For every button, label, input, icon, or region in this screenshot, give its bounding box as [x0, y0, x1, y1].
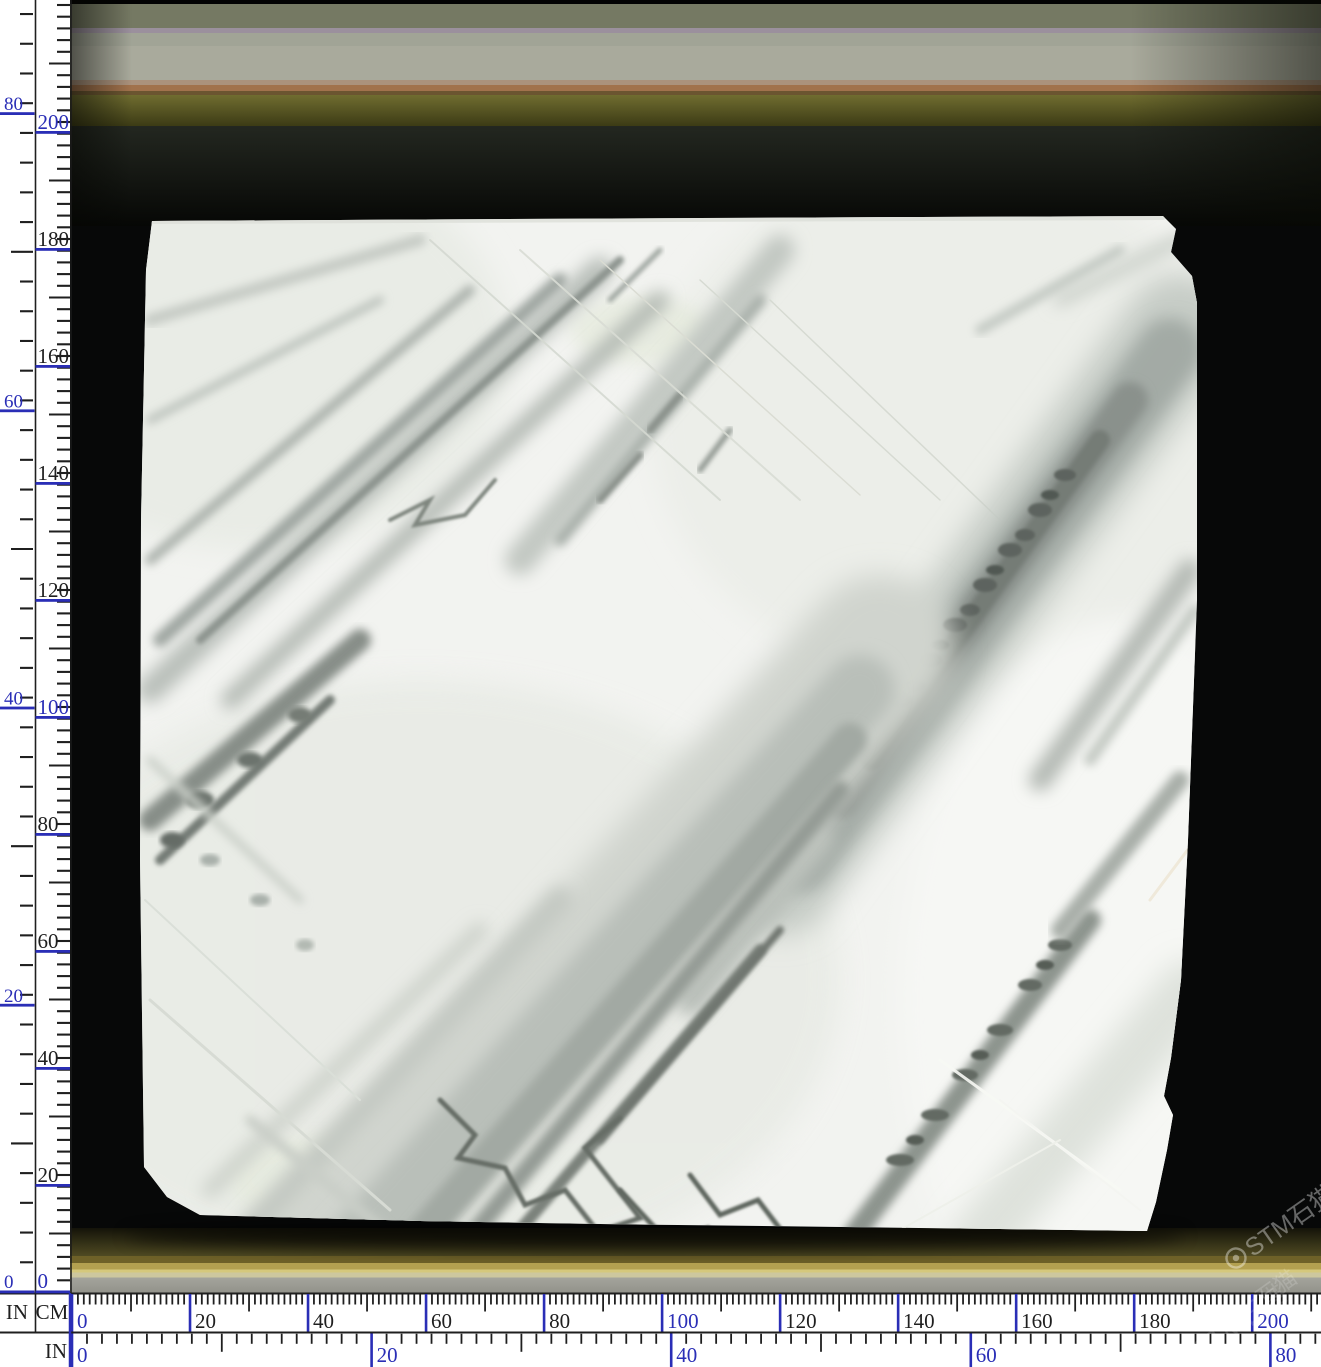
ruler-label: 0 [4, 1272, 14, 1293]
machine-bed-top-band [70, 0, 1321, 226]
marble-slab [0, 150, 1321, 1367]
ruler-label: 60 [431, 1309, 452, 1333]
ruler-mark-line [1133, 1294, 1136, 1332]
ruler-label: 180 [1139, 1309, 1171, 1333]
ruler-label: 40 [313, 1309, 334, 1333]
ruler-label: 120 [785, 1309, 817, 1333]
ruler-label: 80 [4, 94, 23, 115]
ruler-mark-line [897, 1294, 900, 1332]
ruler-label: 40 [38, 1046, 59, 1070]
ruler-label: 60 [4, 391, 23, 412]
ruler-label: 160 [38, 344, 70, 368]
ruler-label: 40 [676, 1343, 697, 1367]
ruler-label: 140 [38, 461, 70, 485]
corner-label-in: IN [6, 1300, 28, 1324]
ruler-mark-line [1269, 1334, 1272, 1367]
photo-area [0, 0, 1321, 1367]
ruler-mark-line [71, 1334, 74, 1367]
ruler-label: 120 [38, 578, 70, 602]
ruler-label: 20 [377, 1343, 398, 1367]
corner-label-in-bottom: IN [45, 1339, 67, 1363]
ruler-label: 100 [38, 695, 70, 719]
ruler-label: 80 [549, 1309, 570, 1333]
ruler-label: 20 [38, 1163, 59, 1187]
ruler-mark-line [189, 1294, 192, 1332]
ruler-label: 0 [77, 1343, 88, 1367]
ruler-label: 80 [38, 812, 59, 836]
ruler-label: 200 [38, 110, 70, 134]
ruler-label: 60 [976, 1343, 997, 1367]
ruler-label: 160 [1021, 1309, 1052, 1333]
slab-veining [0, 150, 1321, 1367]
ruler-label: 20 [195, 1309, 216, 1333]
ruler-label: 0 [38, 1269, 49, 1293]
ruler-mark-line [71, 1294, 74, 1332]
ruler-mark-line [307, 1294, 310, 1332]
ruler-mark-line [661, 1294, 664, 1332]
ruler-mark-line [670, 1334, 673, 1367]
slab-scan-viewport: 020406080100120140160180200 020406080 02… [0, 0, 1321, 1367]
ruler-mark-line [779, 1294, 782, 1332]
ruler-label: 80 [1275, 1343, 1296, 1367]
ruler-label: 100 [667, 1309, 699, 1333]
ruler-mark-line [370, 1334, 373, 1367]
corner-label-cm: CM [36, 1300, 69, 1324]
ruler-label: 140 [903, 1309, 935, 1333]
ruler-mark-line [1015, 1294, 1018, 1332]
ruler-mark-line [970, 1334, 973, 1367]
ruler-label: 180 [38, 227, 70, 251]
ruler-mark-line [543, 1294, 546, 1332]
ruler-label: 60 [38, 929, 59, 953]
ruler-label: 20 [4, 986, 23, 1007]
ruler-label: 40 [4, 689, 23, 710]
ruler-mark-line [425, 1294, 428, 1332]
ruler-label: 0 [77, 1309, 88, 1333]
